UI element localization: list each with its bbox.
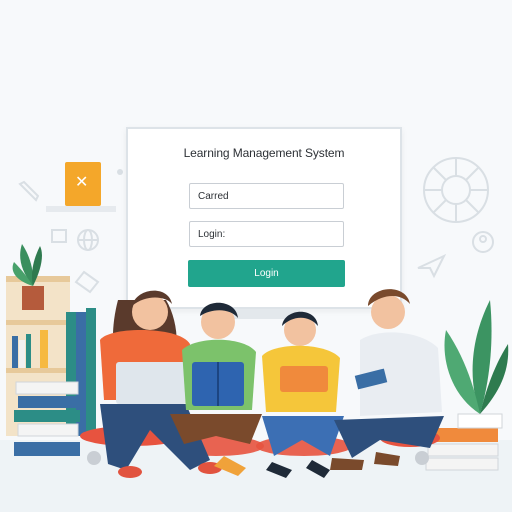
illustration-scene: ✕ Learning Management System Carred Logi… — [0, 0, 512, 512]
students-illustration — [6, 244, 509, 478]
book-stack-left — [14, 381, 80, 456]
plant-right — [444, 300, 509, 429]
